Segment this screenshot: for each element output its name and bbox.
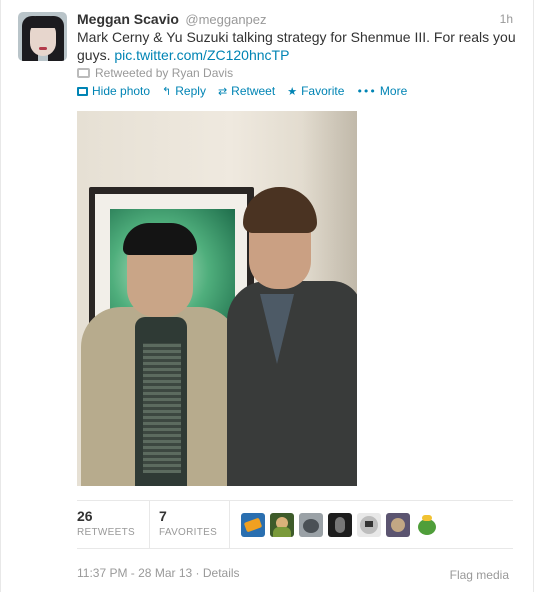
more-label: More [379,84,408,98]
tweet-photo[interactable] [77,111,357,486]
favoriter-avatar[interactable] [386,513,410,537]
more-button[interactable]: ••• More [356,84,407,98]
tweet-timestamp[interactable]: 11:37 PM - 28 Mar 13 [77,566,192,580]
stats-divider-top [77,500,513,501]
stat-separator [229,500,230,548]
dots-icon: ••• [356,84,376,98]
hide-photo-label: Hide photo [92,84,151,98]
tweet-media-link[interactable]: pic.twitter.com/ZC120hncTP [114,47,289,63]
retweets-label: RETWEETS [77,527,135,538]
retweets-count: 26 [77,508,93,524]
tweet-text: Mark Cerny & Yu Suzuki talking strategy … [77,28,517,64]
user-fullname[interactable]: Meggan Scavio [77,11,179,27]
retweet-icon: ⇄ [217,84,228,98]
retweeted-by-text[interactable]: Retweeted by Ryan Davis [95,66,233,80]
stats-divider-bottom [77,548,513,549]
favoriter-avatars [241,513,444,537]
stat-separator [149,500,150,548]
favoriter-avatar[interactable] [299,513,323,537]
user-handle[interactable]: @megganpez [185,12,266,27]
tweet-header: Meggan Scavio @megganpez 1h [77,11,513,29]
favoriter-avatar[interactable] [241,513,265,537]
retweet-small-icon [77,68,90,78]
retweets-stat[interactable]: 26 RETWEETS [77,508,135,538]
retweet-button[interactable]: ⇄ Retweet [218,84,275,98]
favorite-button[interactable]: ★ Favorite [287,84,344,98]
person-right [227,281,357,486]
details-link[interactable]: Details [203,566,240,580]
photo-icon [77,86,88,96]
tweet-card: Meggan Scavio @megganpez 1h Mark Cerny &… [0,0,534,592]
favoriter-avatar[interactable] [328,513,352,537]
favorites-stat[interactable]: 7 FAVORITES [159,508,217,538]
reply-button[interactable]: ↰ Reply [162,84,206,98]
retweeted-by: Retweeted by Ryan Davis [77,66,233,80]
reply-label: Reply [175,84,206,98]
footer-separator: · [195,566,200,580]
flag-media-link[interactable]: Flag media [450,568,509,582]
hide-photo-button[interactable]: Hide photo [77,84,150,98]
tweet-actions: Hide photo ↰ Reply ⇄ Retweet ★ Favorite … [77,84,419,98]
favoriter-avatar[interactable] [270,513,294,537]
retweet-label: Retweet [231,84,276,98]
favorites-count: 7 [159,508,167,524]
reply-icon: ↰ [162,84,172,98]
avatar[interactable] [18,12,67,61]
favorite-label: Favorite [301,84,345,98]
star-icon: ★ [287,84,298,98]
favoriter-avatar[interactable] [357,513,381,537]
favoriter-avatar[interactable] [415,513,439,537]
tweet-footer: 11:37 PM - 28 Mar 13 · Details [77,566,240,580]
favorites-label: FAVORITES [159,527,218,538]
tweet-time[interactable]: 1h [500,12,513,26]
